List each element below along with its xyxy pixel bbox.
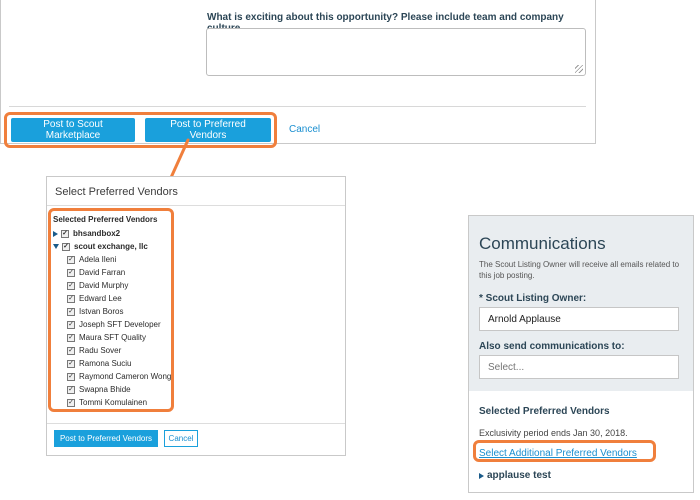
communications-description: The Scout Listing Owner will receive all… — [479, 260, 680, 280]
checkbox-checked-icon[interactable]: ✓ — [67, 385, 75, 394]
vendor-name: David Murphy — [79, 281, 129, 290]
listing-owner-input[interactable] — [479, 307, 679, 331]
checkbox-checked-icon[interactable]: ✓ — [67, 281, 75, 290]
selected-vendors-title: Selected Preferred Vendors — [479, 406, 610, 417]
exclusivity-text: Exclusivity period ends Jan 30, 2018. — [479, 428, 628, 438]
vendor-item[interactable]: ✓ Radu Sover — [53, 344, 171, 357]
caret-right-icon[interactable] — [479, 472, 484, 479]
checkbox-checked-icon[interactable]: ✓ — [61, 229, 69, 238]
checkbox-checked-icon[interactable]: ✓ — [67, 333, 75, 342]
culture-textarea[interactable] — [206, 28, 586, 76]
vendor-name: Maura SFT Quality — [79, 333, 146, 342]
vendor-item[interactable]: ✓ Istvan Boros — [53, 305, 171, 318]
checkbox-checked-icon[interactable]: ✓ — [67, 398, 75, 407]
select-additional-vendors-link[interactable]: Select Additional Preferred Vendors — [479, 448, 637, 459]
form-divider — [9, 106, 586, 107]
modal-cancel-button[interactable]: Cancel — [164, 430, 198, 447]
vendor-item[interactable]: ✓ Maura SFT Quality — [53, 331, 171, 344]
cancel-link[interactable]: Cancel — [289, 124, 320, 135]
selected-vendors-heading: Selected Preferred Vendors — [53, 215, 158, 224]
checkbox-checked-icon[interactable]: ✓ — [67, 320, 75, 329]
vendor-item[interactable]: ✓ David Farran — [53, 266, 171, 279]
modal-post-to-preferred-vendors-button[interactable]: Post to Preferred Vendors — [54, 430, 158, 447]
checkbox-checked-icon[interactable]: ✓ — [67, 307, 75, 316]
vendor-name: Radu Sover — [79, 346, 122, 355]
caret-down-icon[interactable] — [53, 244, 59, 249]
modal-title: Select Preferred Vendors — [55, 186, 178, 198]
vendor-tree: Selected Preferred Vendors ✓ bhsandbox2 … — [53, 213, 171, 409]
modal-divider — [47, 205, 345, 206]
vendor-item[interactable]: ✓ Ramona Suciu — [53, 357, 171, 370]
vendor-group-label: scout exchange, llc — [74, 242, 148, 251]
checkbox-checked-icon[interactable]: ✓ — [67, 268, 75, 277]
communications-title: Communications — [479, 234, 606, 253]
job-posting-form: What is exciting about this opportunity?… — [0, 0, 596, 144]
checkbox-checked-icon[interactable]: ✓ — [67, 346, 75, 355]
post-to-scout-marketplace-button[interactable]: Post to Scout Marketplace — [11, 118, 135, 142]
vendor-name: Istvan Boros — [79, 307, 124, 316]
checkbox-checked-icon[interactable]: ✓ — [67, 372, 75, 381]
select-preferred-vendors-modal: Select Preferred Vendors Selected Prefer… — [46, 176, 346, 456]
checkbox-checked-icon[interactable]: ✓ — [62, 242, 70, 251]
vendor-item[interactable]: ✓ Tommi Komulainen — [53, 396, 171, 409]
vendor-name: Adela Ileni — [79, 255, 117, 264]
vendor-name: Joseph SFT Developer — [79, 320, 161, 329]
checkbox-checked-icon[interactable]: ✓ — [67, 359, 75, 368]
listing-owner-label: * Scout Listing Owner: — [479, 293, 587, 304]
selected-vendor-name: applause test — [487, 470, 551, 481]
also-send-label: Also send communications to: — [479, 341, 625, 352]
vendor-group-bhsandbox2[interactable]: ✓ bhsandbox2 — [53, 227, 171, 240]
selected-vendor-item[interactable]: applause test — [479, 470, 551, 481]
vendor-group-label: bhsandbox2 — [73, 229, 121, 238]
vendor-item[interactable]: ✓ Edward Lee — [53, 292, 171, 305]
vendor-name: Edward Lee — [79, 294, 122, 303]
vendor-item[interactable]: ✓ David Murphy — [53, 279, 171, 292]
also-send-select[interactable] — [479, 355, 679, 379]
modal-footer-divider — [47, 423, 345, 424]
vendor-item[interactable]: ✓ Swapna Bhide — [53, 383, 171, 396]
vendor-name: Swapna Bhide — [79, 385, 131, 394]
vendor-name: Tommi Komulainen — [79, 398, 148, 407]
vendor-name: David Farran — [79, 268, 126, 277]
vendor-group-scout-exchange[interactable]: ✓ scout exchange, llc — [53, 240, 171, 253]
vendor-item[interactable]: ✓ Adela Ileni — [53, 253, 171, 266]
vendor-name: Ramona Suciu — [79, 359, 132, 368]
vendor-name: Raymond Cameron Wong — [79, 372, 172, 381]
vendor-item[interactable]: ✓ Joseph SFT Developer — [53, 318, 171, 331]
resize-grip-icon[interactable] — [575, 65, 583, 73]
caret-right-icon[interactable] — [53, 230, 58, 237]
checkbox-checked-icon[interactable]: ✓ — [67, 294, 75, 303]
communications-panel: Communications The Scout Listing Owner w… — [468, 215, 694, 493]
checkbox-checked-icon[interactable]: ✓ — [67, 255, 75, 264]
vendor-item[interactable]: ✓ Raymond Cameron Wong — [53, 370, 171, 383]
